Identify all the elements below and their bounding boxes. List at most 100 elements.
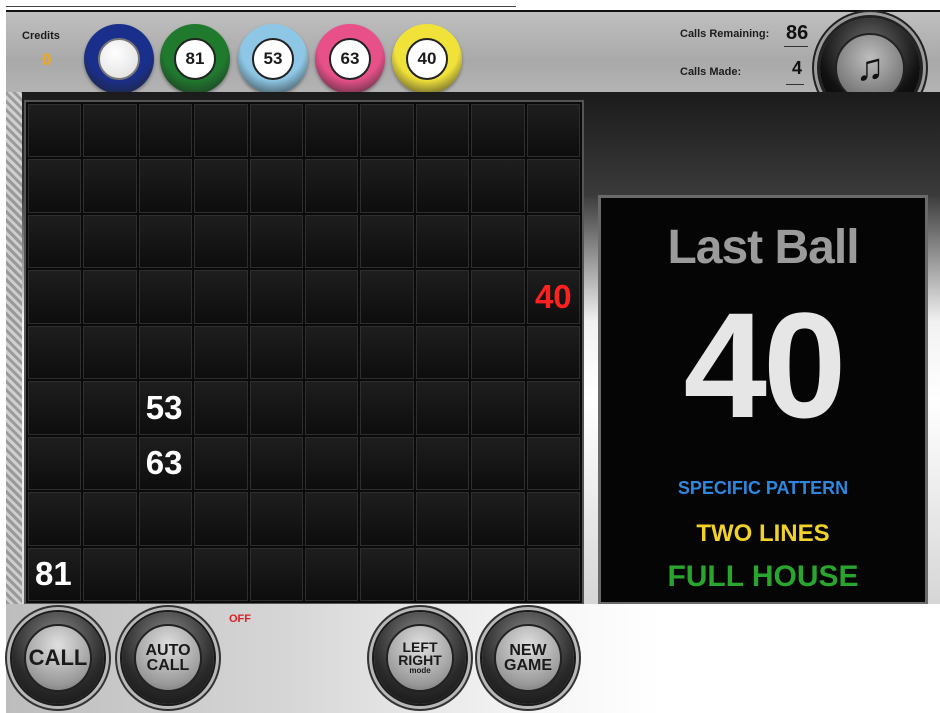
board-cell [471, 381, 525, 435]
board-cell [28, 159, 82, 213]
recent-ball-2-number: 81 [174, 38, 216, 80]
board-cell [83, 547, 137, 601]
calls-made-value: 4 [792, 58, 803, 78]
board-cell [471, 270, 525, 324]
board-cell [415, 547, 470, 601]
board-cell [83, 104, 137, 158]
board-cell [28, 381, 82, 435]
board-cell [249, 159, 303, 213]
new-game-label-1: NEW [509, 641, 547, 659]
board-cell [83, 325, 137, 380]
board-cell [249, 104, 303, 158]
board-cell [138, 270, 193, 324]
board-cell [28, 214, 82, 269]
board-cell [471, 104, 525, 158]
board-cell [471, 325, 525, 380]
board-cell [83, 214, 137, 269]
board-cell [526, 159, 580, 213]
board-cell [526, 104, 580, 158]
board-cell [138, 159, 193, 213]
last-ball-title: Last Ball [667, 221, 859, 274]
auto-call-label-1: AUTO [145, 641, 191, 659]
new-game-button[interactable]: NEW GAME [482, 612, 574, 704]
credits-label: Credits [22, 30, 60, 42]
board-cell [360, 270, 414, 324]
board-cell [194, 270, 248, 324]
top-strip [0, 0, 940, 10]
calls-remaining-underline [784, 46, 808, 47]
board-cell [415, 159, 470, 213]
board-cell [415, 436, 470, 491]
board-cell [83, 159, 137, 213]
credits-value: 0 [42, 50, 52, 69]
board-cell [194, 547, 248, 601]
board-cell [415, 325, 470, 380]
board-cell [471, 492, 525, 546]
recent-ball-5-number: 40 [406, 38, 448, 80]
board-cell [138, 214, 193, 269]
board-cell [194, 214, 248, 269]
board-cell [138, 325, 193, 380]
calls-remaining-label: Calls Remaining: [680, 28, 770, 40]
recent-ball-3: 53 [238, 24, 308, 94]
recent-ball-2: 81 [160, 24, 230, 94]
new-game-label-2: GAME [504, 657, 552, 674]
board-cell [305, 325, 359, 380]
board-cell [471, 436, 525, 491]
board-cell [28, 492, 82, 546]
auto-call-button-face: AUTO CALL [134, 624, 202, 692]
call-button[interactable]: CALL [12, 612, 104, 704]
header-bar: Credits 0 81 53 63 40 Calls Remaining: 8… [6, 10, 940, 94]
board-cell [305, 159, 359, 213]
board-cell [305, 436, 359, 491]
recent-ball-5: 40 [392, 24, 462, 94]
calls-made-label: Calls Made: [680, 66, 742, 78]
board-cell [83, 381, 137, 435]
board-cell [526, 381, 580, 435]
bingo-number-board: 40 53 63 81 [24, 100, 584, 605]
auto-call-button[interactable]: AUTO CALL [122, 612, 214, 704]
board-cell [305, 214, 359, 269]
board-cell [360, 104, 414, 158]
board-cell [305, 492, 359, 546]
board-side-strip [6, 92, 22, 604]
board-cell [526, 214, 580, 269]
board-cell [194, 104, 248, 158]
board-cell [28, 270, 82, 324]
board-cell [305, 104, 359, 158]
board-cell [249, 270, 303, 324]
board-cell [415, 104, 470, 158]
call-button-label: CALL [24, 624, 92, 692]
board-cell [249, 492, 303, 546]
board-cell [415, 381, 470, 435]
recent-ball-3-number: 53 [252, 38, 294, 80]
recent-ball-4-number: 63 [329, 38, 371, 80]
board-cell [249, 214, 303, 269]
board-cell [471, 547, 525, 601]
pattern-two-lines: TWO LINES [696, 520, 830, 547]
left-right-mode-button[interactable]: LEFT RIGHT mode [374, 612, 466, 704]
left-right-label-2: RIGHT [398, 652, 442, 668]
board-cell [360, 492, 414, 546]
board-cell-called: 63 [138, 436, 193, 491]
board-cell [305, 270, 359, 324]
board-cell [415, 270, 470, 324]
left-right-button-face: LEFT RIGHT mode [386, 624, 454, 692]
recent-ball-4: 63 [315, 24, 385, 94]
board-cell [194, 492, 248, 546]
board-cell [415, 492, 470, 546]
board-cell-called: 53 [138, 381, 193, 435]
board-cell [360, 547, 414, 601]
left-right-label-3: mode [409, 666, 431, 676]
board-cell [249, 325, 303, 380]
board-cell [83, 270, 137, 324]
board-cell [194, 381, 248, 435]
board-cell-last-called: 40 [526, 270, 580, 324]
board-cell [194, 159, 248, 213]
auto-call-status: OFF [229, 613, 251, 625]
board-cell [138, 547, 193, 601]
calls-remaining-value: 86 [786, 22, 809, 44]
board-cell [360, 214, 414, 269]
auto-call-label-2: CALL [146, 657, 190, 674]
pattern-specific-pattern: SPECIFIC PATTERN [677, 478, 849, 498]
